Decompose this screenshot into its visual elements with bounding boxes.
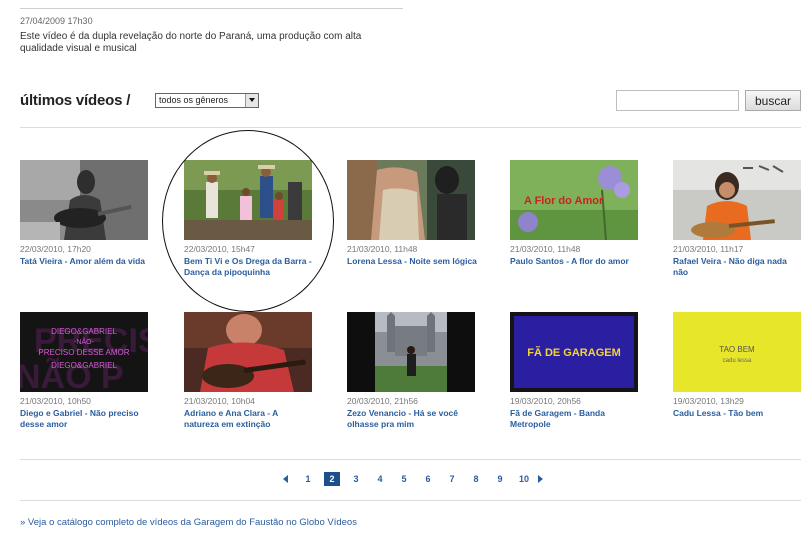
video-title-link[interactable]: Paulo Santos - A flor do amor [510,256,640,267]
thumb-caption: DIEGO&GABRIEL [51,361,117,370]
thumb-caption: PRECISO DESSE AMOR [38,348,129,357]
video-title-link[interactable]: Rafael Veira - Não diga nada não [673,256,803,278]
video-thumbnail[interactable] [184,160,312,240]
page-link-3[interactable]: 3 [344,474,368,484]
thumb-caption: DIEGO&GABRIEL [51,327,117,336]
thumb-caption: TAO BEM [719,345,755,354]
video-item[interactable]: 21/03/2010, 11h17 Rafael Veira - Não dig… [673,160,803,278]
video-date: 21/03/2010, 11h48 [347,244,418,254]
genre-select[interactable]: todos os gêneros [155,93,259,108]
video-date: 21/03/2010, 11h17 [673,244,744,254]
divider [20,459,801,460]
video-item[interactable]: 22/03/2010, 17h20 Tatá Vieira - Amor alé… [20,160,150,267]
video-title-link[interactable]: Cadu Lessa - Tão bem [673,408,803,419]
section-title: últimos vídeos / [20,92,131,109]
video-date: 21/03/2010, 10h50 [20,396,91,406]
page-link-7[interactable]: 7 [440,474,464,484]
video-item[interactable]: PRECIS NÃO P DIEGO&GABRIEL -NÃO- PRECISO… [20,312,150,430]
genre-select-value: todos os gêneros [159,95,229,105]
divider [20,127,801,128]
video-item[interactable]: TAO BEM cadu lessa 19/03/2010, 13h29 Cad… [673,312,803,419]
video-item[interactable]: 20/03/2010, 21h56 Zezo Venancio - Há se … [347,312,477,430]
thumb-caption: A Flor do Amor [524,195,604,207]
page-link-9[interactable]: 9 [488,474,512,484]
thumb-caption: -NÃO- [74,337,95,346]
video-thumbnail[interactable] [184,312,312,392]
video-thumbnail[interactable]: A Flor do Amor [510,160,638,240]
video-date: 22/03/2010, 17h20 [20,244,91,254]
video-item[interactable]: A Flor do Amor 21/03/2010, 11h48 Paulo S… [510,160,640,267]
previous-page-icon[interactable] [283,475,288,483]
video-item[interactable]: 22/03/2010, 15h47 Bem Ti Vi e Os Drega d… [184,160,314,278]
video-thumbnail[interactable]: FÃ DE GARAGEM [510,312,638,392]
page-link-5[interactable]: 5 [392,474,416,484]
featured-video-date: 27/04/2009 17h30 [20,16,93,26]
video-thumbnail[interactable]: PRECIS NÃO P DIEGO&GABRIEL -NÃO- PRECISO… [20,312,148,392]
page-link-8[interactable]: 8 [464,474,488,484]
video-date: 20/03/2010, 21h56 [347,396,418,406]
catalog-link[interactable]: » Veja o catálogo completo de vídeos da … [20,517,357,528]
featured-video-description: Este vídeo é da dupla revelação do norte… [20,31,362,54]
video-item[interactable]: FÃ DE GARAGEM 19/03/2010, 20h56 Fã de Ga… [510,312,640,430]
pagination: 1 2 3 4 5 6 7 8 9 10 [283,472,543,486]
chevron-down-icon[interactable] [245,94,258,107]
page-link-6[interactable]: 6 [416,474,440,484]
video-title-link[interactable]: Adriano e Ana Clara - A natureza em exti… [184,408,314,430]
search-input[interactable] [616,90,739,111]
video-item[interactable]: 21/03/2010, 10h04 Adriano e Ana Clara - … [184,312,314,430]
video-thumbnail[interactable]: TAO BEM cadu lessa [673,312,801,392]
page-current: 2 [324,472,340,486]
video-thumbnail[interactable] [347,160,475,240]
video-date: 19/03/2010, 20h56 [510,396,581,406]
thumb-caption: cadu lessa [723,358,752,364]
video-date: 22/03/2010, 15h47 [184,244,255,254]
divider [20,500,801,501]
video-thumbnail[interactable] [673,160,801,240]
page-link-10[interactable]: 10 [512,474,536,484]
video-title-link[interactable]: Fã de Garagem - Banda Metropole [510,408,640,430]
top-divider [20,8,403,9]
video-date: 19/03/2010, 13h29 [673,396,744,406]
video-thumbnail[interactable] [347,312,475,392]
search-button[interactable]: buscar [745,90,801,111]
video-date: 21/03/2010, 10h04 [184,396,255,406]
thumb-caption: FÃ DE GARAGEM [527,346,621,359]
video-title-link[interactable]: Tatá Vieira - Amor além da vida [20,256,150,267]
video-title-link[interactable]: Diego e Gabriel - Não preciso desse amor [20,408,150,430]
video-title-link[interactable]: Bem Ti Vi e Os Drega da Barra - Dança da… [184,256,314,278]
video-thumbnail[interactable] [20,160,148,240]
video-title-link[interactable]: Zezo Venancio - Há se você olhasse pra m… [347,408,477,430]
video-date: 21/03/2010, 11h48 [510,244,581,254]
next-page-icon[interactable] [538,475,543,483]
page-link-4[interactable]: 4 [368,474,392,484]
video-title-link[interactable]: Lorena Lessa - Noite sem lógica [347,256,477,267]
video-item[interactable]: 21/03/2010, 11h48 Lorena Lessa - Noite s… [347,160,477,267]
page-link-1[interactable]: 1 [296,474,320,484]
